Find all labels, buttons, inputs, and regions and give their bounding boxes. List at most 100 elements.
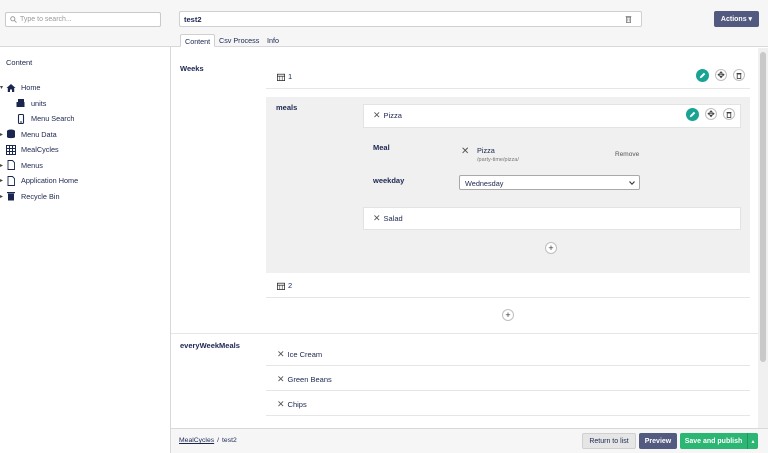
search-placeholder: Type to search... [20, 16, 72, 23]
meal-picker-path: /party-time/pizza/ [477, 157, 519, 163]
week-label: 1 [288, 72, 293, 81]
pencil-icon [689, 111, 696, 118]
units-icon [16, 98, 26, 108]
caret-right-icon[interactable]: ▸ [0, 193, 3, 200]
divider [171, 333, 758, 334]
preview-button[interactable]: Preview [639, 433, 677, 449]
list-item[interactable]: ✕ Ice Cream [277, 349, 322, 360]
remove-icon[interactable]: ✕ [373, 213, 381, 224]
tree-item-label: Application Home [21, 176, 79, 186]
edit-button[interactable] [696, 69, 709, 82]
caret-right-icon[interactable]: ▸ [0, 177, 3, 184]
breadcrumb-current: test2 [222, 437, 237, 444]
sidebar [0, 0, 171, 453]
home-icon [6, 83, 16, 93]
actions-button[interactable]: Actions ▾ [714, 11, 759, 27]
move-button[interactable]: ✥ [715, 69, 727, 81]
plus-icon: + [505, 310, 511, 320]
content-tree: ▾ Home units Menu Search ▸ Menu Data Mea… [0, 80, 171, 204]
list-item-label: Chips [287, 400, 307, 409]
scrollbar-thumb[interactable] [760, 52, 766, 362]
tree-item-label: units [31, 98, 47, 108]
divider [266, 415, 750, 416]
add-meal-button[interactable]: + [545, 242, 557, 254]
remove-icon[interactable]: ✕ [277, 374, 285, 385]
tree-item-recycle-bin[interactable]: ▸ Recycle Bin [0, 189, 171, 205]
delete-button[interactable] [723, 108, 735, 120]
mobile-icon [16, 113, 26, 124]
scrollbar[interactable] [758, 48, 768, 428]
sidebar-title: Content [6, 58, 33, 67]
list-item-label: Green Beans [287, 375, 332, 384]
caret-right-icon[interactable]: ▸ [0, 131, 3, 138]
tree-item-label: MealCycles [21, 145, 59, 155]
tree-item-label: Menu Search [31, 114, 75, 124]
tree-item-units[interactable]: units [0, 96, 171, 112]
remove-icon[interactable]: ✕ [277, 349, 285, 360]
tree-item-menus[interactable]: ▸ Menus [0, 158, 171, 174]
edit-button[interactable] [686, 108, 699, 121]
meals-label: meals [276, 103, 298, 112]
weeks-label: Weeks [180, 64, 204, 73]
footer-bar [171, 428, 768, 453]
meal-item-label: Salad [383, 214, 403, 223]
tree-item-label: Recycle Bin [21, 191, 60, 201]
save-options-caret[interactable]: ▴ [747, 433, 758, 449]
remove-icon[interactable]: ✕ [277, 399, 285, 410]
tab-content[interactable]: Content [180, 34, 216, 47]
meal-item-salad[interactable] [363, 207, 741, 230]
list-item[interactable]: ✕ Green Beans [277, 374, 332, 385]
trash-icon [726, 111, 732, 118]
every-week-meals-label: everyWeekMeals [180, 341, 240, 350]
week-2-row[interactable]: 2 [277, 281, 292, 290]
save-and-publish-button[interactable]: Save and publish [680, 433, 747, 449]
close-icon[interactable]: ✕ [461, 146, 469, 157]
tree-item-mealcycles[interactable]: MealCycles [0, 142, 171, 158]
calendar-icon [277, 73, 285, 81]
trash-icon [736, 72, 742, 79]
name-input[interactable]: test2 [179, 11, 642, 27]
document-icon [6, 160, 16, 171]
return-to-list-button[interactable]: Return to list [582, 433, 636, 449]
list-item[interactable]: ✕ Chips [277, 399, 307, 410]
tree-item-menu-search[interactable]: Menu Search [0, 111, 171, 127]
tree-item-label: Home [21, 83, 41, 93]
delete-button[interactable] [733, 69, 745, 81]
search-icon [10, 16, 17, 23]
meal-item-header[interactable]: ✕ Pizza [373, 110, 402, 121]
calendar-icon [277, 282, 285, 290]
meal-item-header[interactable]: ✕ Salad [373, 213, 403, 224]
weekday-value: Wednesday [465, 179, 504, 188]
divider [266, 365, 750, 366]
divider [266, 390, 750, 391]
meal-field-label: Meal [373, 143, 390, 152]
caret-down-icon[interactable]: ▾ [0, 84, 3, 91]
database-icon [6, 129, 16, 139]
caret-right-icon[interactable]: ▸ [0, 162, 3, 169]
tab-info[interactable]: Info [263, 34, 283, 47]
tab-csv-process[interactable]: Csv Process [215, 34, 263, 47]
breadcrumb-separator: / [217, 437, 220, 444]
tree-item-application-home[interactable]: ▸ Application Home [0, 173, 171, 189]
move-button[interactable]: ✥ [705, 108, 717, 120]
remove-link[interactable]: Remove [615, 151, 639, 158]
document-icon [6, 175, 16, 186]
weekday-label: weekday [373, 176, 405, 185]
weekday-select[interactable]: Wednesday [459, 175, 640, 190]
pencil-icon [699, 72, 706, 79]
tree-item-home[interactable]: ▾ Home [0, 80, 171, 96]
move-icon: ✥ [707, 108, 715, 119]
meal-item-pizza[interactable] [363, 104, 741, 128]
meal-item-label: Pizza [383, 111, 402, 120]
breadcrumb-link[interactable]: MealCycles [179, 437, 214, 444]
add-week-button[interactable]: + [502, 309, 514, 321]
tree-item-label: Menu Data [21, 129, 57, 139]
name-value: test2 [184, 15, 202, 24]
remove-icon[interactable]: ✕ [373, 110, 381, 121]
trash-icon[interactable] [625, 15, 632, 23]
week-1-row[interactable]: 1 [277, 72, 292, 81]
trash-icon [6, 191, 16, 201]
tree-item-menu-data[interactable]: ▸ Menu Data [0, 127, 171, 143]
search-input[interactable]: Type to search... [5, 12, 161, 27]
tree-item-label: Menus [21, 160, 43, 170]
